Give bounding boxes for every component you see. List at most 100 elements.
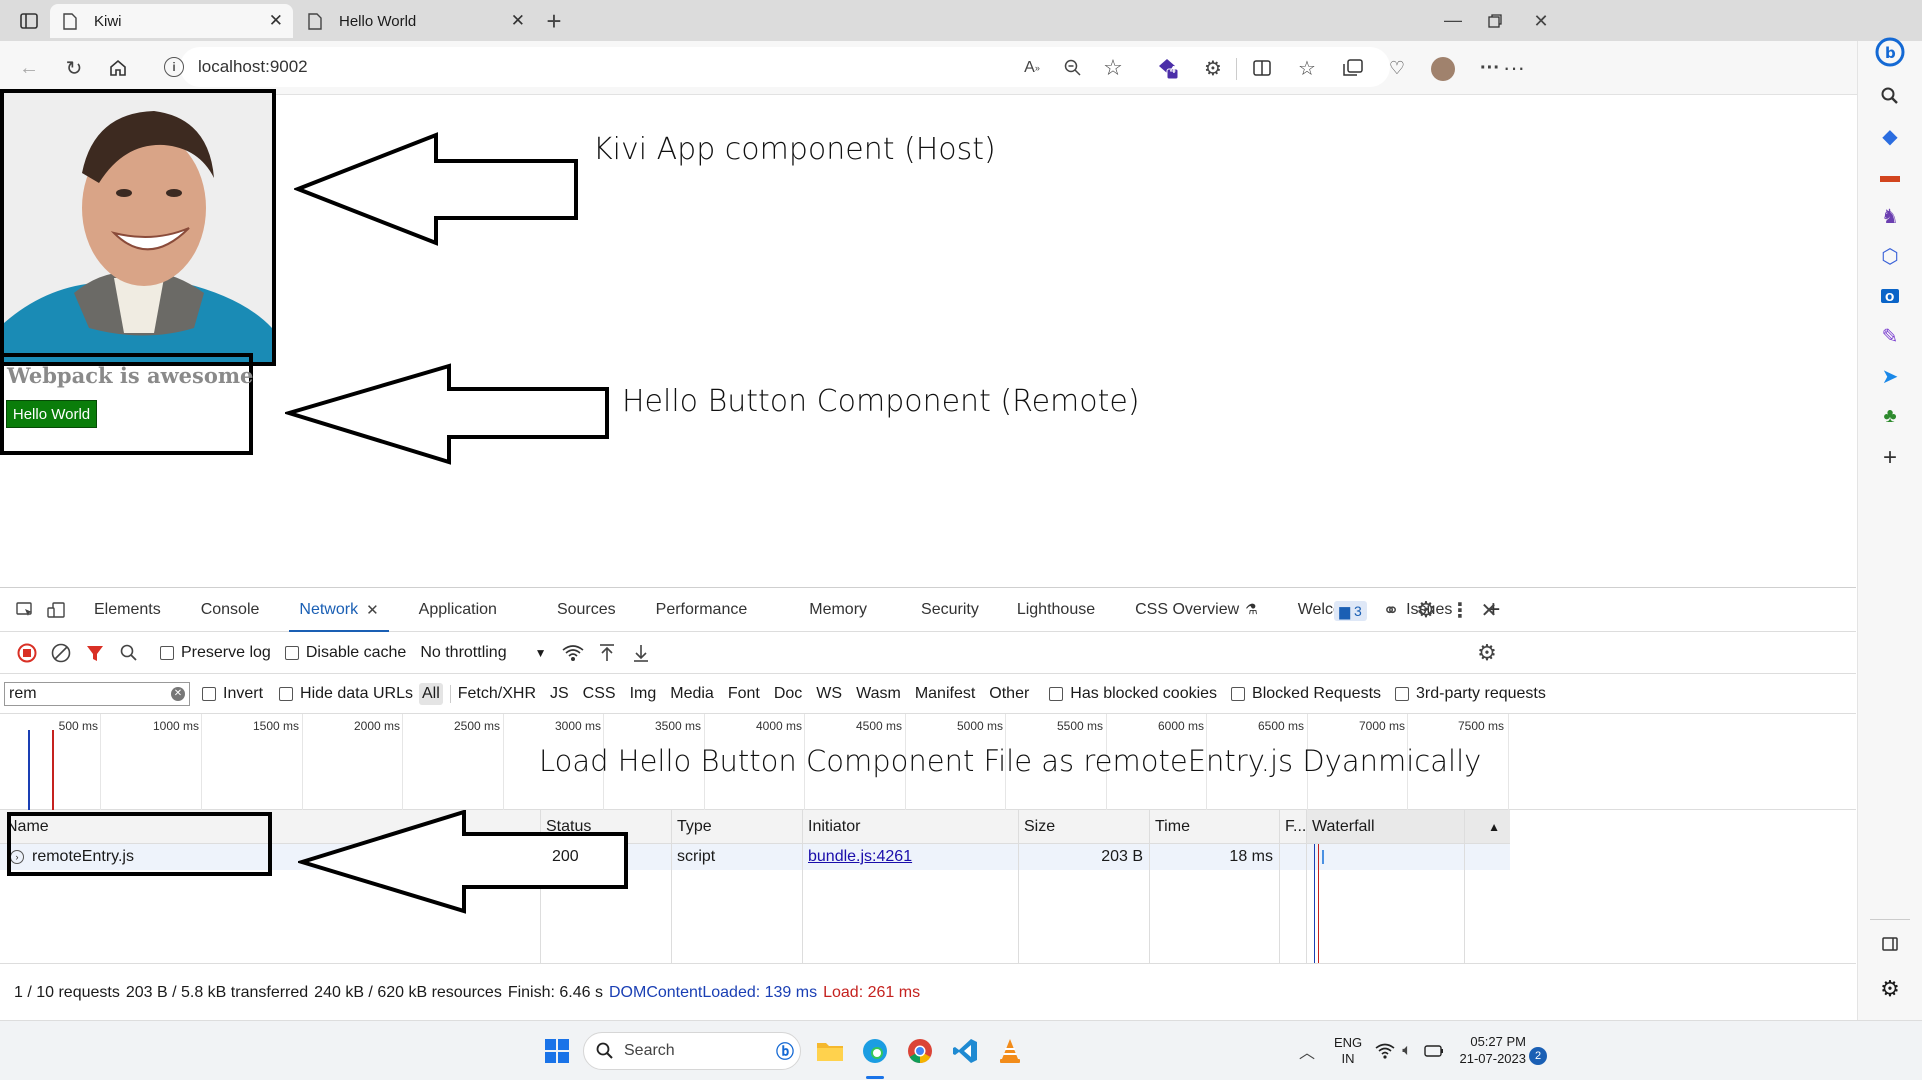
search-icon[interactable] <box>1873 79 1907 113</box>
drop-icon[interactable]: ➤ <box>1873 359 1907 393</box>
zoom-out-icon[interactable] <box>1056 51 1090 85</box>
sort-ascending-icon[interactable]: ▲ <box>1488 820 1500 834</box>
vscode-icon[interactable] <box>948 1034 982 1068</box>
third-party-checkbox[interactable]: 3rd-party requests <box>1395 685 1546 703</box>
edge-browser-icon[interactable] <box>858 1034 892 1068</box>
tab-elements[interactable]: Elements <box>74 588 181 632</box>
checkbox-box[interactable] <box>284 645 299 660</box>
extension-icon[interactable]: 4 <box>1150 51 1184 85</box>
checkbox-box[interactable] <box>279 686 294 701</box>
hide-sidebar-icon[interactable] <box>1873 927 1907 961</box>
extensions-puzzle-icon[interactable]: ⚙ <box>1196 51 1230 85</box>
column-fulfilled-by[interactable]: F... <box>1279 810 1306 844</box>
column-time[interactable]: Time <box>1149 810 1279 844</box>
network-conditions-icon[interactable] <box>556 636 590 670</box>
minimize-icon[interactable]: — <box>1436 3 1470 37</box>
taskbar-search-box[interactable]: Search ⓑ <box>583 1032 801 1070</box>
info-icon[interactable]: i <box>164 57 184 77</box>
type-filter-ws[interactable]: WS <box>816 685 842 703</box>
filter-icon[interactable] <box>78 636 112 670</box>
sidebar-settings-icon[interactable]: ⚙ <box>1873 972 1907 1006</box>
tab-lighthouse[interactable]: Lighthouse <box>999 588 1115 632</box>
checkbox-box[interactable] <box>1395 686 1410 701</box>
has-blocked-cookies-checkbox[interactable]: Has blocked cookies <box>1049 685 1217 703</box>
tree-icon[interactable]: ♣ <box>1873 399 1907 433</box>
favorite-star-icon[interactable]: ☆ <box>1096 51 1130 85</box>
add-sidebar-app-icon[interactable]: + <box>1873 441 1907 475</box>
shopping-tag-icon[interactable]: ◆ <box>1873 119 1907 153</box>
favorites-icon[interactable]: ☆ <box>1290 51 1324 85</box>
tab-console[interactable]: Console <box>181 588 280 632</box>
battery-icon[interactable] <box>1417 1034 1451 1068</box>
network-settings-icon[interactable]: ⚙ <box>1470 636 1504 670</box>
tab-security[interactable]: Security <box>887 588 999 632</box>
language-indicator[interactable]: ENG IN <box>1334 1035 1362 1067</box>
type-filter-media[interactable]: Media <box>670 685 714 703</box>
record-stop-icon[interactable] <box>10 636 44 670</box>
checkbox-box[interactable] <box>160 645 174 660</box>
type-filter-other[interactable]: Other <box>989 685 1029 703</box>
read-aloud-icon[interactable]: A» <box>1015 51 1049 85</box>
hello-world-button[interactable]: Hello World <box>6 400 97 428</box>
column-size[interactable]: Size <box>1018 810 1149 844</box>
disable-cache-checkbox[interactable]: Disable cache <box>284 644 406 662</box>
tab-css-overview[interactable]: CSS Overview ⚗ <box>1115 588 1278 632</box>
games-icon[interactable]: ♞ <box>1873 199 1907 233</box>
show-hidden-icons-chevron-icon[interactable]: ︿ <box>1290 1034 1324 1068</box>
devtools-settings-icon[interactable]: ⚙ <box>1409 593 1443 627</box>
inspect-element-icon[interactable] <box>12 593 38 627</box>
connection-icon[interactable]: ⚭ <box>1374 593 1408 627</box>
new-tab-icon[interactable]: + <box>537 4 571 38</box>
export-har-icon[interactable] <box>624 636 658 670</box>
checkbox-box[interactable] <box>1049 686 1064 701</box>
performance-heart-icon[interactable]: ♡ <box>1380 51 1414 85</box>
clear-icon[interactable] <box>44 636 78 670</box>
type-filter-all[interactable]: All <box>418 682 443 705</box>
split-screen-icon[interactable] <box>1245 51 1279 85</box>
initiator-link[interactable]: bundle.js:4261 <box>808 848 912 866</box>
avatar[interactable] <box>1431 57 1455 81</box>
back-icon[interactable]: ← <box>12 51 46 85</box>
tab-network[interactable]: Network ✕ <box>279 588 398 632</box>
column-type[interactable]: Type <box>671 810 802 844</box>
home-icon[interactable] <box>101 51 135 85</box>
type-filter-js[interactable]: JS <box>550 685 569 703</box>
checkbox-box[interactable] <box>202 686 216 701</box>
tab-actions-icon[interactable] <box>12 4 46 38</box>
notification-badge[interactable]: 2 <box>1529 1047 1547 1065</box>
restore-icon[interactable] <box>1478 4 1512 38</box>
import-har-icon[interactable] <box>590 636 624 670</box>
close-icon[interactable]: ✕ <box>366 601 379 619</box>
tab-application[interactable]: Application <box>399 588 517 632</box>
column-waterfall[interactable]: Waterfall ▲ <box>1306 810 1510 844</box>
blocked-requests-checkbox[interactable]: Blocked Requests <box>1231 685 1381 703</box>
invert-checkbox[interactable]: Invert <box>202 685 263 703</box>
url-text[interactable]: localhost:9002 <box>198 57 308 77</box>
column-initiator[interactable]: Initiator <box>802 810 1018 844</box>
bing-chat-icon[interactable]: b <box>1873 35 1907 69</box>
type-filter-manifest[interactable]: Manifest <box>915 685 975 703</box>
tab-memory[interactable]: Memory <box>767 588 887 632</box>
clock[interactable]: 05:27 PM 21-07-2023 <box>1456 1033 1527 1067</box>
reload-icon[interactable]: ↻ <box>57 51 91 85</box>
preserve-log-checkbox[interactable]: Preserve log <box>160 644 271 662</box>
tab-kiwi[interactable]: Kiwi ✕ <box>50 4 293 38</box>
file-explorer-icon[interactable] <box>813 1034 847 1068</box>
designer-icon[interactable]: ✎ <box>1873 319 1907 353</box>
microsoft-365-icon[interactable]: ⬡ <box>1873 239 1907 273</box>
type-filter-font[interactable]: Font <box>728 685 760 703</box>
collections-icon[interactable] <box>1336 51 1370 85</box>
windows-start-icon[interactable] <box>540 1034 574 1068</box>
tab-performance[interactable]: Performance <box>636 588 768 632</box>
tab-hello-world[interactable]: Hello World ✕ <box>295 4 535 38</box>
outlook-icon[interactable]: O <box>1873 279 1907 313</box>
settings-more-icon[interactable]: ··· <box>1473 51 1507 85</box>
tools-icon[interactable]: ▬ <box>1873 159 1907 193</box>
filter-input[interactable]: rem ✕ <box>4 681 190 706</box>
type-filter-css[interactable]: CSS <box>583 685 616 703</box>
close-icon[interactable]: ✕ <box>269 11 283 31</box>
type-filter-img[interactable]: Img <box>630 685 657 703</box>
type-filter-fetch-xhr[interactable]: Fetch/XHR <box>458 685 536 703</box>
search-icon[interactable] <box>112 636 146 670</box>
type-filter-wasm[interactable]: Wasm <box>856 685 901 703</box>
